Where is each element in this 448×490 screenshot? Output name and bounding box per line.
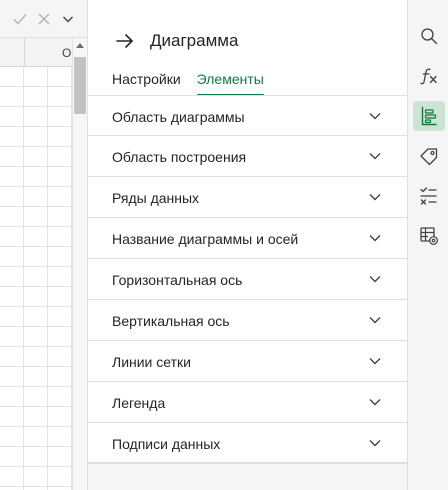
- section-label: Название диаграммы и осей: [112, 231, 299, 247]
- chart-settings-icon[interactable]: [413, 101, 445, 131]
- chevron-down-icon: [368, 190, 382, 204]
- column-divider: [24, 38, 25, 67]
- section-data-labels[interactable]: Подписи данных: [88, 423, 408, 464]
- section-label: Горизонтальная ось: [112, 272, 243, 288]
- chevron-down-icon: [368, 272, 382, 286]
- section-label: Линии сетки: [112, 354, 191, 370]
- section-label: Ряды данных: [112, 190, 200, 206]
- pane-tabs: Настройки Элементы: [112, 71, 265, 96]
- arrow-right-icon[interactable]: [113, 29, 137, 53]
- cell-grid[interactable]: [0, 67, 72, 490]
- pane-divider: [88, 462, 408, 463]
- pane-title: Диаграмма: [150, 31, 239, 50]
- section-vertical-axis[interactable]: Вертикальная ось: [88, 300, 408, 341]
- chevron-down-icon: [368, 354, 382, 368]
- close-icon[interactable]: [34, 9, 54, 29]
- chevron-down-icon: [368, 149, 382, 163]
- section-label: Легенда: [112, 395, 166, 411]
- column-header-letter[interactable]: O: [62, 46, 71, 60]
- table-settings-icon[interactable]: [413, 221, 445, 251]
- scroll-up-arrow-icon[interactable]: [73, 38, 87, 52]
- side-icon-rail: [407, 0, 448, 490]
- chevron-down-icon: [368, 436, 382, 450]
- section-gridlines[interactable]: Линии сетки: [88, 341, 408, 382]
- scrollbar-thumb[interactable]: [74, 57, 86, 114]
- section-legend[interactable]: Легенда: [88, 382, 408, 423]
- tag-icon[interactable]: [413, 141, 445, 171]
- chevron-down-icon: [368, 395, 382, 409]
- chevron-down-icon: [368, 109, 382, 123]
- chart-pane: Диаграмма Настройки Элементы Область диа…: [87, 0, 408, 490]
- chevron-down-icon: [368, 231, 382, 245]
- section-chart-area[interactable]: Область диаграммы: [88, 95, 408, 136]
- check-icon[interactable]: [10, 9, 30, 29]
- section-label: Подписи данных: [112, 436, 221, 452]
- tab-settings[interactable]: Настройки: [112, 71, 181, 96]
- section-horizontal-axis[interactable]: Горизонтальная ось: [88, 259, 408, 300]
- function-icon[interactable]: [413, 61, 445, 91]
- section-chart-and-axis-titles[interactable]: Название диаграммы и осей: [88, 218, 408, 259]
- pane-header: Диаграмма Настройки Элементы: [88, 0, 408, 96]
- chevron-down-icon: [368, 313, 382, 327]
- section-label: Область построения: [112, 149, 247, 165]
- formula-bar: [0, 0, 87, 38]
- chevron-down-icon[interactable]: [58, 9, 78, 29]
- section-label: Вертикальная ось: [112, 313, 230, 329]
- search-icon[interactable]: [413, 21, 445, 51]
- vertical-scrollbar[interactable]: [72, 38, 87, 490]
- sections-list: Область диаграммы Область построения Ряд…: [88, 95, 408, 464]
- spreadsheet-area: O: [0, 0, 87, 490]
- tab-elements[interactable]: Элементы: [196, 71, 265, 96]
- section-plot-area[interactable]: Область построения: [88, 136, 408, 177]
- section-label: Область диаграммы: [112, 109, 245, 125]
- section-data-series[interactable]: Ряды данных: [88, 177, 408, 218]
- checklist-icon[interactable]: [413, 181, 445, 211]
